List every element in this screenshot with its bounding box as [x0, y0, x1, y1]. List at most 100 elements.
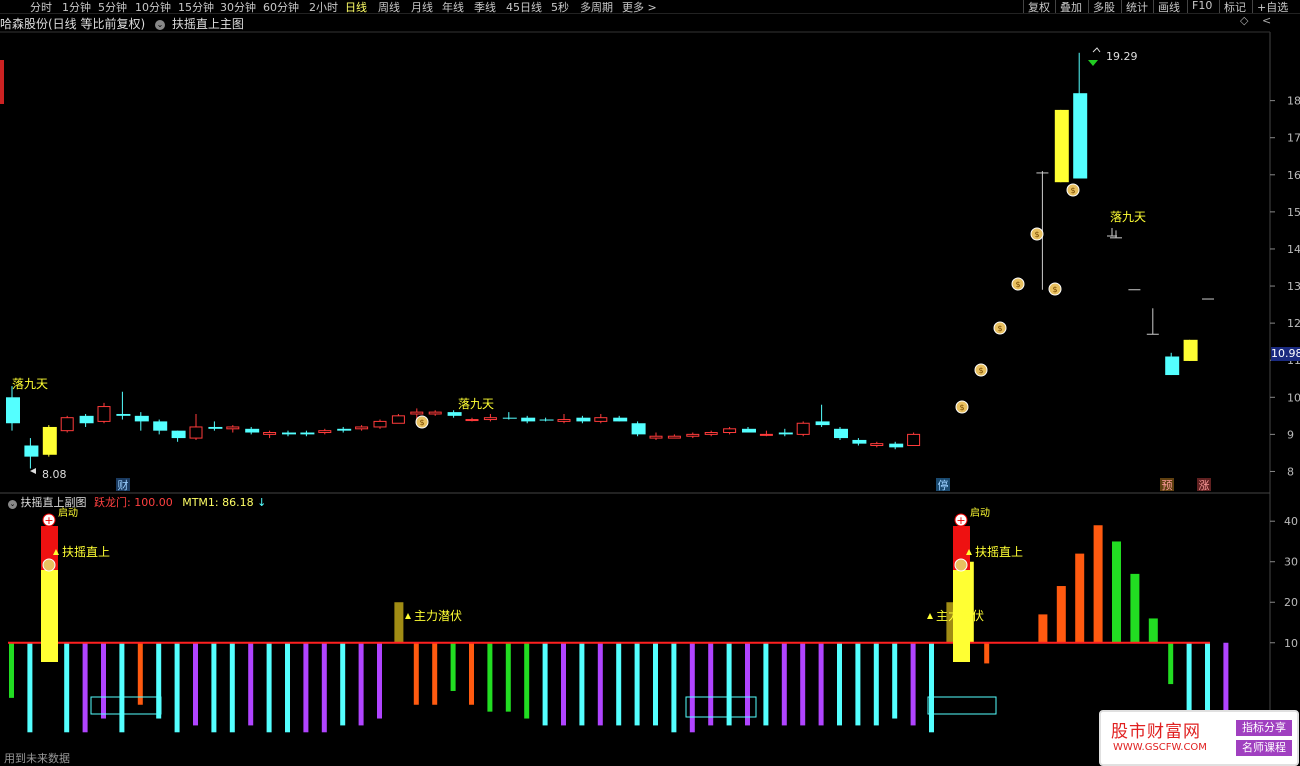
candle-body: [834, 428, 848, 439]
money-bag-icon-glyph: $: [1052, 285, 1057, 294]
candle-body: [245, 428, 260, 433]
sub-bar: [855, 642, 861, 726]
candle-body: [631, 423, 646, 435]
candle-body: [282, 432, 296, 435]
sub-bar: [781, 642, 787, 726]
up-triangle-icon: [405, 613, 411, 619]
sub-bar: [579, 642, 585, 726]
candle-body: [557, 419, 571, 422]
chevron-down-icon[interactable]: ⌄: [8, 500, 17, 509]
candle-body: [594, 417, 608, 422]
candle-body: [870, 443, 884, 447]
yuelongmen-value: 100.00: [134, 496, 173, 509]
candle-body: [208, 426, 223, 429]
candle-body: [723, 428, 737, 434]
sub-bar: [27, 642, 33, 733]
money-bag-icon-glyph: $: [1034, 230, 1039, 239]
down-arrow-icon: ↓: [257, 496, 267, 509]
marker-预: 预: [1162, 479, 1173, 492]
candle-body: [686, 433, 700, 437]
sub-bar: [892, 642, 898, 719]
signal-zhuli: 主力潜伏: [414, 609, 462, 623]
sub-bar: [469, 642, 474, 705]
candle-body: [759, 433, 773, 436]
y-tick-label: 18: [1287, 95, 1300, 108]
sub-bar: [929, 642, 934, 733]
y-tick-label: 10: [1287, 391, 1300, 404]
cyan-zone-box: [927, 696, 997, 715]
sub-bar: [1093, 525, 1103, 643]
sub-y-tick-label: 40: [1284, 515, 1298, 528]
money-bag-icon-glyph: $: [959, 403, 964, 412]
sub-bar: [487, 642, 493, 712]
sub-bar: [505, 642, 511, 712]
sub-bar: [837, 642, 842, 726]
sub-bar: [561, 642, 566, 726]
sub-bar: [321, 642, 327, 733]
sub-bar: [1075, 553, 1085, 643]
y-tick-label: 15: [1287, 206, 1300, 219]
y-tick-label: 16: [1287, 169, 1300, 182]
sub-bar: [910, 642, 916, 726]
sub-indicator-name[interactable]: 扶摇直上副图: [21, 496, 87, 509]
current-price-tag: 10.98: [1271, 347, 1300, 361]
sub-bar: [671, 642, 677, 733]
sub-y-tick-label: 20: [1284, 596, 1298, 609]
signal-fuyao: 扶摇直上: [975, 544, 1023, 559]
candlestick-chart: 18171615141312111098$$$$$$$$$$落九天落九天落九天1…: [0, 31, 1300, 766]
money-bag-icon-glyph: $: [1070, 186, 1075, 195]
sub-bar: [156, 642, 162, 719]
candle-body: [704, 432, 718, 435]
sub-bar: [984, 642, 990, 664]
sub-bar: [211, 642, 217, 733]
marker-财: 财: [118, 478, 129, 492]
sub-bar: [432, 642, 438, 705]
y-tick-label: 13: [1287, 280, 1300, 293]
high-price-label: 19.29: [1106, 50, 1138, 63]
sub-bar: [82, 642, 88, 733]
y-tick-label: 9: [1287, 428, 1294, 441]
candle-body: [189, 426, 203, 439]
candle-body: [576, 417, 591, 422]
money-bag-icon-glyph: $: [419, 418, 424, 427]
sub-bar: [229, 642, 235, 733]
sub-bar: [377, 642, 382, 719]
watermark-url: WWW.GSCFW.COM: [1113, 742, 1207, 753]
sub-bar: [248, 642, 254, 726]
sub-bar: [1168, 642, 1174, 685]
candle-body: [1054, 109, 1069, 183]
candle-body: [778, 432, 793, 435]
sub-bar: [689, 642, 695, 733]
sub-bar: [9, 642, 14, 698]
sub-bar: [1112, 541, 1121, 643]
candle-body: [171, 430, 186, 439]
plus-glyph: +: [44, 514, 53, 527]
candle-body: [226, 426, 240, 430]
sub-bar: [763, 642, 769, 726]
sub-bar: [358, 642, 364, 726]
sub-bar: [101, 642, 106, 719]
sub-bar: [708, 642, 714, 726]
signal-luojiutian: 落九天: [12, 377, 48, 391]
y-tick-label: 8: [1287, 465, 1294, 478]
money-bag-icon-glyph: $: [997, 324, 1002, 333]
candle-body: [391, 415, 405, 424]
candle-body: [428, 411, 442, 415]
candle-body: [116, 413, 131, 416]
low-price-label: 8.08: [42, 468, 67, 481]
fuyao-yellow-bar: [41, 570, 58, 662]
up-triangle-icon: [927, 613, 933, 619]
candle-body: [300, 432, 315, 435]
sub-bar: [542, 642, 548, 726]
candle-body: [60, 417, 74, 432]
candle-body: [502, 417, 517, 419]
sub-bar: [597, 642, 603, 726]
signal-qidong: 启动: [970, 506, 990, 519]
candle-body: [355, 426, 369, 430]
money-bag-icon-glyph: $: [1015, 280, 1020, 289]
candle-body: [796, 422, 810, 435]
candle-body: [815, 421, 830, 426]
candle-body: [318, 430, 332, 434]
sub-bar: [394, 602, 404, 643]
y-tick-label: 17: [1287, 132, 1300, 145]
